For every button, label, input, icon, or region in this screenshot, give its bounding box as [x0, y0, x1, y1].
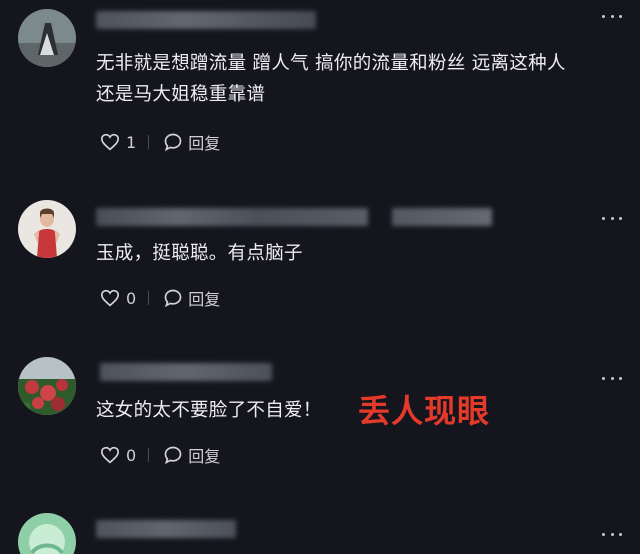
speech-bubble-icon [164, 289, 182, 308]
heart-icon [100, 446, 120, 464]
divider [148, 135, 150, 149]
comment-text-line: 还是马大姐稳重靠谱 [96, 84, 266, 105]
like-button[interactable]: 0 [100, 446, 136, 465]
like-count: 1 [126, 132, 137, 152]
like-button[interactable]: 0 [100, 289, 136, 308]
comment-actions: 0 回复 [100, 444, 220, 466]
overlay-caption: 丢人现眼 [358, 392, 491, 430]
username-blurred[interactable] [96, 520, 236, 538]
divider [148, 291, 150, 305]
username-blurred[interactable] [96, 208, 368, 226]
like-button[interactable]: 1 [100, 133, 136, 152]
comment-text-line: 无非就是想蹭流量 蹭人气 搞你的流量和粉丝 远离这种人 [96, 53, 566, 74]
comment-feed: 无非就是想蹭流量 蹭人气 搞你的流量和粉丝 远离这种人 还是马大姐稳重靠谱 1 … [0, 0, 640, 554]
like-count: 0 [126, 288, 137, 308]
username-blurred[interactable] [96, 11, 316, 29]
username-blurred[interactable] [100, 363, 272, 381]
avatar[interactable] [18, 513, 76, 554]
heart-icon [100, 133, 120, 151]
reply-button[interactable]: 回复 [163, 130, 220, 154]
comment-text-line: 玉成，挺聪聪。有点脑子 [96, 243, 303, 264]
comment-text-line: 这女的太不要脸了不自爱！ [96, 400, 322, 421]
comment-text: 无非就是想蹭流量 蹭人气 搞你的流量和粉丝 远离这种人 还是马大姐稳重靠谱 [96, 48, 566, 110]
avatar[interactable] [18, 357, 76, 415]
reply-button[interactable]: 回复 [163, 286, 220, 310]
reply-button[interactable]: 回复 [163, 443, 220, 467]
divider [148, 448, 150, 462]
comment-actions: 0 回复 [100, 287, 220, 309]
avatar[interactable] [18, 9, 76, 67]
like-count: 0 [126, 445, 137, 465]
comment-item: 这女的太不要脸了不自爱！ 0 回复 [0, 340, 640, 500]
comment-item: 玉成，挺聪聪。有点脑子 0 回复 [0, 170, 640, 340]
comment-text: 玉成，挺聪聪。有点脑子 [96, 238, 303, 269]
avatar[interactable] [18, 200, 76, 258]
reply-label: 回复 [188, 447, 221, 466]
comment-item [0, 500, 640, 554]
speech-bubble-icon [164, 133, 182, 152]
more-icon[interactable] [602, 374, 622, 382]
speech-bubble-icon [164, 446, 182, 465]
reply-label: 回复 [188, 134, 221, 153]
comment-text: 这女的太不要脸了不自爱！ [96, 395, 322, 426]
heart-icon [100, 289, 120, 307]
more-icon[interactable] [602, 214, 622, 222]
comment-actions: 1 回复 [100, 131, 220, 153]
more-icon[interactable] [602, 530, 622, 538]
username-blurred[interactable] [392, 208, 492, 226]
reply-label: 回复 [188, 290, 221, 309]
comment-item: 无非就是想蹭流量 蹭人气 搞你的流量和粉丝 远离这种人 还是马大姐稳重靠谱 1 … [0, 0, 640, 170]
more-icon[interactable] [602, 12, 622, 20]
